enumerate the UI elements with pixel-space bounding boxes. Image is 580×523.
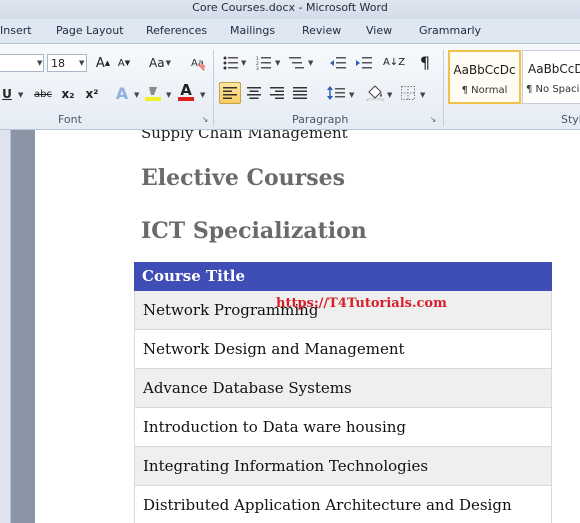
font-color-button[interactable]: A	[176, 82, 196, 102]
strikethrough-button[interactable]: abc	[32, 84, 54, 104]
chevron-down-icon[interactable]: ▼	[79, 59, 84, 67]
heading-ict-specialization: ICT Specialization	[141, 218, 367, 244]
group-separator	[443, 50, 444, 126]
style-no-spacing[interactable]: AaBbCcDc ¶ No Spaci	[522, 50, 580, 104]
pilcrow-icon: ¶	[419, 52, 431, 72]
multilevel-list-icon	[289, 57, 304, 69]
table-row: Network Design and Management	[134, 330, 552, 369]
show-formatting-button[interactable]: ¶	[416, 52, 434, 72]
align-center-button[interactable]	[244, 83, 264, 103]
chevron-down-icon: ▼	[165, 59, 171, 67]
window-title: Core Courses.docx - Microsoft Word	[192, 1, 388, 14]
bullets-button[interactable]	[222, 53, 240, 73]
chevron-down-icon[interactable]: ▼	[166, 91, 171, 99]
chevron-down-icon[interactable]: ▼	[349, 91, 354, 99]
ribbon: ▼ 18 ▼ A ▲ A ▼ Aa ▼ Aa U ▼ abc x₂ x² A ▼ ▼ …	[0, 44, 580, 130]
change-case-button[interactable]: Aa ▼	[148, 53, 172, 73]
border-icon	[401, 86, 415, 100]
page-gutter	[11, 130, 35, 523]
vertical-ruler	[0, 130, 11, 523]
font-size-value: 18	[51, 57, 65, 70]
font-color-swatch	[178, 97, 194, 101]
styles-group-label: Styl	[561, 113, 580, 126]
align-left-button[interactable]	[219, 82, 241, 104]
align-left-icon	[223, 87, 237, 99]
text-effects-button[interactable]: A	[113, 83, 131, 103]
clear-formatting-button[interactable]: Aa	[188, 53, 208, 73]
style-sample: AaBbCcDc	[453, 63, 516, 77]
superscript-button[interactable]: x²	[82, 84, 102, 104]
svg-text:3: 3	[256, 66, 259, 70]
subscript-button[interactable]: x₂	[58, 84, 78, 104]
table-row: Distributed Application Architecture and…	[134, 486, 552, 523]
numbering-button[interactable]: 123	[255, 53, 273, 73]
chevron-down-icon[interactable]: ▼	[275, 59, 280, 67]
justify-icon	[293, 87, 307, 99]
highlight-button[interactable]	[143, 83, 163, 103]
ribbon-tabs: Insert Page Layout References Mailings R…	[0, 19, 580, 44]
style-name: ¶ Normal	[461, 85, 508, 96]
chevron-down-icon[interactable]: ▼	[200, 91, 205, 99]
tab-grammarly[interactable]: Grammarly	[419, 24, 481, 37]
font-group-label: Font	[58, 113, 82, 126]
document-page[interactable]: Supply Chain Management Elective Courses…	[35, 130, 580, 523]
line-spacing-icon	[327, 86, 345, 100]
grow-arrow-icon: ▲	[104, 59, 111, 67]
style-name: ¶ No Spaci	[526, 84, 580, 95]
table-row: Integrating Information Technologies	[134, 447, 552, 486]
tab-insert[interactable]: Insert	[0, 24, 32, 37]
bullet-list-icon	[223, 56, 238, 70]
chevron-down-icon[interactable]: ▼	[387, 91, 392, 99]
borders-button[interactable]	[398, 83, 418, 103]
paragraph-group-label: Paragraph	[292, 113, 349, 126]
group-separator	[213, 50, 214, 126]
decrease-indent-icon	[330, 57, 346, 69]
chevron-down-icon[interactable]: ▼	[18, 91, 23, 99]
justify-button[interactable]	[290, 83, 310, 103]
numbered-list-icon: 123	[256, 56, 271, 70]
heading-elective-courses: Elective Courses	[141, 165, 346, 191]
tab-references[interactable]: References	[146, 24, 207, 37]
dialog-launcher-icon[interactable]: ↘	[200, 114, 210, 124]
align-center-icon	[247, 87, 261, 99]
partial-line: Supply Chain Management	[141, 130, 348, 142]
shrink-font-button[interactable]: A ▼	[116, 53, 132, 73]
table-row: Advance Database Systems	[134, 369, 552, 408]
line-spacing-button[interactable]	[325, 83, 347, 103]
chevron-down-icon[interactable]: ▼	[37, 59, 42, 67]
watermark-text: https://T4Tutorials.com	[276, 296, 447, 311]
sort-button[interactable]: A↓Z	[383, 52, 405, 72]
tab-view[interactable]: View	[366, 24, 392, 37]
title-bar: Core Courses.docx - Microsoft Word	[0, 0, 580, 19]
dialog-launcher-icon[interactable]: ↘	[428, 114, 438, 124]
paint-bucket-icon	[366, 85, 384, 101]
chevron-down-icon[interactable]: ▼	[134, 91, 139, 99]
table-row: Introduction to Data ware housing	[134, 408, 552, 447]
table-header: Course Title	[134, 262, 552, 291]
tab-mailings[interactable]: Mailings	[230, 24, 275, 37]
increase-indent-icon	[356, 57, 372, 69]
style-sample: AaBbCcDc	[528, 62, 580, 76]
clear-formatting-icon: Aa	[191, 58, 206, 71]
grow-font-button[interactable]: A ▲	[94, 53, 112, 73]
shading-button[interactable]	[365, 83, 385, 103]
chevron-down-icon[interactable]: ▼	[241, 59, 246, 67]
increase-indent-button[interactable]	[354, 53, 374, 73]
align-right-button[interactable]	[267, 83, 287, 103]
chevron-down-icon[interactable]: ▼	[308, 59, 313, 67]
multilevel-list-button[interactable]	[288, 53, 306, 73]
tab-page-layout[interactable]: Page Layout	[56, 24, 124, 37]
decrease-indent-button[interactable]	[328, 53, 348, 73]
highlighter-icon	[145, 87, 161, 101]
sort-icon: A↓Z	[382, 56, 406, 68]
chevron-down-icon[interactable]: ▼	[420, 91, 425, 99]
shrink-arrow-icon: ▼	[124, 59, 131, 67]
tab-review[interactable]: Review	[302, 24, 341, 37]
align-right-icon	[270, 87, 284, 99]
style-normal[interactable]: AaBbCcDc ¶ Normal	[448, 50, 521, 104]
underline-button[interactable]: U	[0, 84, 14, 104]
